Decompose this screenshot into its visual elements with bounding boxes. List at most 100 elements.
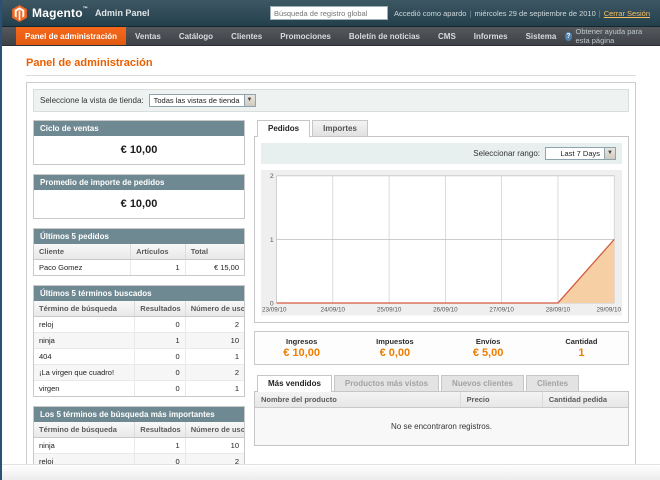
range-select[interactable]: Last 7 Days ▼ [545, 147, 616, 160]
svg-text:23/09/10: 23/09/10 [262, 307, 287, 314]
magento-logo-icon [12, 5, 27, 22]
diagram-tabs: PedidosImportes [254, 120, 629, 136]
table-row: ¡La virgen que cuadro!02 [34, 365, 244, 381]
average-orders-card: Promedio de importe de pedidos € 10,00 [33, 174, 245, 219]
page-footer [2, 464, 660, 480]
store-view-select[interactable]: Todas las vistas de tienda ▼ [149, 94, 256, 107]
column-header: Nombre del producto [255, 392, 460, 408]
header-date: miércoles 29 de septiembre de 2010 [474, 9, 595, 18]
range-label: Seleccionar rango: [473, 149, 540, 158]
average-orders-value: € 10,00 [34, 190, 244, 218]
logout-link[interactable]: Cerrar Sesión [604, 9, 650, 18]
empty-records-message: No se encontraron registros. [255, 407, 628, 445]
svg-text:26/09/10: 26/09/10 [433, 307, 458, 314]
header-meta: Accedió como apardo|miércoles 29 de sept… [394, 9, 650, 18]
table-row: ninja110 [34, 438, 244, 454]
grids-tabs: Más vendidosProductos más vistosNuevos c… [254, 375, 629, 391]
total-value: € 0,00 [348, 347, 441, 359]
diagram-panel: Seleccionar rango: Last 7 Days ▼ 01223/0… [254, 136, 629, 323]
chevron-down-icon: ▼ [244, 95, 255, 106]
table-cell: 10 [185, 333, 244, 349]
last-orders-card: Últimos 5 pedidos ClienteArtículosTotalP… [33, 228, 245, 276]
tab-nuevos-clientes[interactable]: Nuevos clientes [441, 375, 524, 391]
last-orders-table: ClienteArtículosTotalPaco Gomez1€ 15,00 [34, 244, 244, 275]
trademark: ™ [83, 6, 88, 12]
column-header: Resultados [135, 301, 185, 317]
svg-text:2: 2 [270, 173, 274, 180]
lifetime-sales-card: Ciclo de ventas € 10,00 [33, 120, 245, 165]
svg-text:28/09/10: 28/09/10 [546, 307, 571, 314]
card-title: Promedio de importe de pedidos [34, 175, 244, 190]
table-cell: 1 [135, 438, 185, 454]
total-label: Impuestos [348, 337, 441, 346]
last-search-terms-table: Término de búsquedaResultadosNúmero de u… [34, 301, 244, 396]
table-header-row: Término de búsquedaResultadosNúmero de u… [34, 301, 244, 317]
nav-item-boletin-de-noticias[interactable]: Boletín de noticias [340, 27, 429, 45]
table-cell: 0 [135, 381, 185, 397]
tab-importes[interactable]: Importes [312, 120, 368, 136]
card-title: Los 5 términos de búsqueda más important… [34, 407, 244, 422]
bestsellers-panel: Nombre del productoPrecioCantidad pedida… [254, 391, 629, 446]
nav-item-sistema[interactable]: Sistema [517, 27, 566, 45]
total-value: € 5,00 [442, 347, 535, 359]
nav-item-cms[interactable]: CMS [429, 27, 465, 45]
column-header: Número de usos [185, 301, 244, 317]
range-value: Last 7 Days [546, 148, 604, 159]
magento-admin-dashboard: { "header": { "logo_text": "Magento", "l… [0, 0, 660, 480]
header: Magento™ Admin Panel Accedió como apardo… [2, 0, 660, 27]
help-label: Obtener ayuda para esta página [576, 27, 651, 45]
table-row: No se encontraron registros. [255, 407, 628, 445]
nav-item-ventas[interactable]: Ventas [126, 27, 170, 45]
page-title: Panel de administración [26, 54, 636, 76]
svg-text:29/09/10: 29/09/10 [597, 307, 622, 314]
table-row: 40401 [34, 349, 244, 365]
table-cell: ninja [34, 333, 135, 349]
tab-mas-vendidos[interactable]: Más vendidos [257, 375, 332, 392]
table-cell: 10 [185, 438, 244, 454]
column-header: Término de búsqueda [34, 422, 135, 438]
column-header: Cantidad pedida [542, 392, 628, 408]
total-ingresos: Ingresos€ 10,00 [255, 337, 348, 359]
table-cell: 0 [135, 365, 185, 381]
nav-item-catalogo[interactable]: Catálogo [170, 27, 222, 45]
table-cell: 1 [185, 349, 244, 365]
totals-bar: Ingresos€ 10,00Impuestos€ 0,00Envíos€ 5,… [254, 331, 629, 365]
column-header: Cliente [34, 244, 131, 260]
tab-productos-mas-vistos[interactable]: Productos más vistos [334, 375, 439, 391]
total-envios: Envíos€ 5,00 [442, 337, 535, 359]
column-header: Artículos [131, 244, 186, 260]
nav-item-clientes[interactable]: Clientes [222, 27, 271, 45]
total-label: Ingresos [255, 337, 348, 346]
range-bar: Seleccionar rango: Last 7 Days ▼ [261, 143, 622, 164]
table-cell: virgen [34, 381, 135, 397]
logo-text: Magento™ [32, 6, 88, 20]
total-label: Cantidad [535, 337, 628, 346]
column-header: Término de búsqueda [34, 301, 135, 317]
card-title: Últimos 5 términos buscados [34, 286, 244, 301]
logged-in-as: Accedió como apardo [394, 9, 467, 18]
main-nav: Panel de administraciónVentasCatálogoCli… [2, 27, 660, 46]
total-value: € 10,00 [255, 347, 348, 359]
svg-text:1: 1 [270, 237, 274, 244]
column-header: Precio [460, 392, 542, 408]
store-switcher-label: Seleccione la vista de tienda: [40, 96, 144, 105]
card-title: Últimos 5 pedidos [34, 229, 244, 244]
dashboard-container: Seleccione la vista de tienda: Todas las… [26, 82, 636, 480]
tab-pedidos[interactable]: Pedidos [257, 120, 310, 137]
table-cell: reloj [34, 317, 135, 333]
orders-area-chart: 01223/09/1024/09/1025/09/1026/09/1027/09… [261, 170, 622, 316]
store-switcher: Seleccione la vista de tienda: Todas las… [33, 89, 629, 112]
tab-clientes[interactable]: Clientes [526, 375, 579, 391]
table-header-row: Término de búsquedaResultadosNúmero de u… [34, 422, 244, 438]
help-link[interactable]: ? Obtener ayuda para esta página [565, 27, 660, 45]
nav-item-promociones[interactable]: Promociones [271, 27, 340, 45]
total-value: 1 [535, 347, 628, 359]
table-cell: 0 [135, 317, 185, 333]
nav-item-informes[interactable]: Informes [465, 27, 517, 45]
global-search-input[interactable] [270, 6, 388, 20]
table-cell: 2 [185, 317, 244, 333]
lifetime-sales-value: € 10,00 [34, 136, 244, 164]
table-row: Paco Gomez1€ 15,00 [34, 260, 244, 276]
nav-item-panel-de-administracion[interactable]: Panel de administración [16, 27, 126, 45]
help-icon: ? [565, 32, 571, 41]
